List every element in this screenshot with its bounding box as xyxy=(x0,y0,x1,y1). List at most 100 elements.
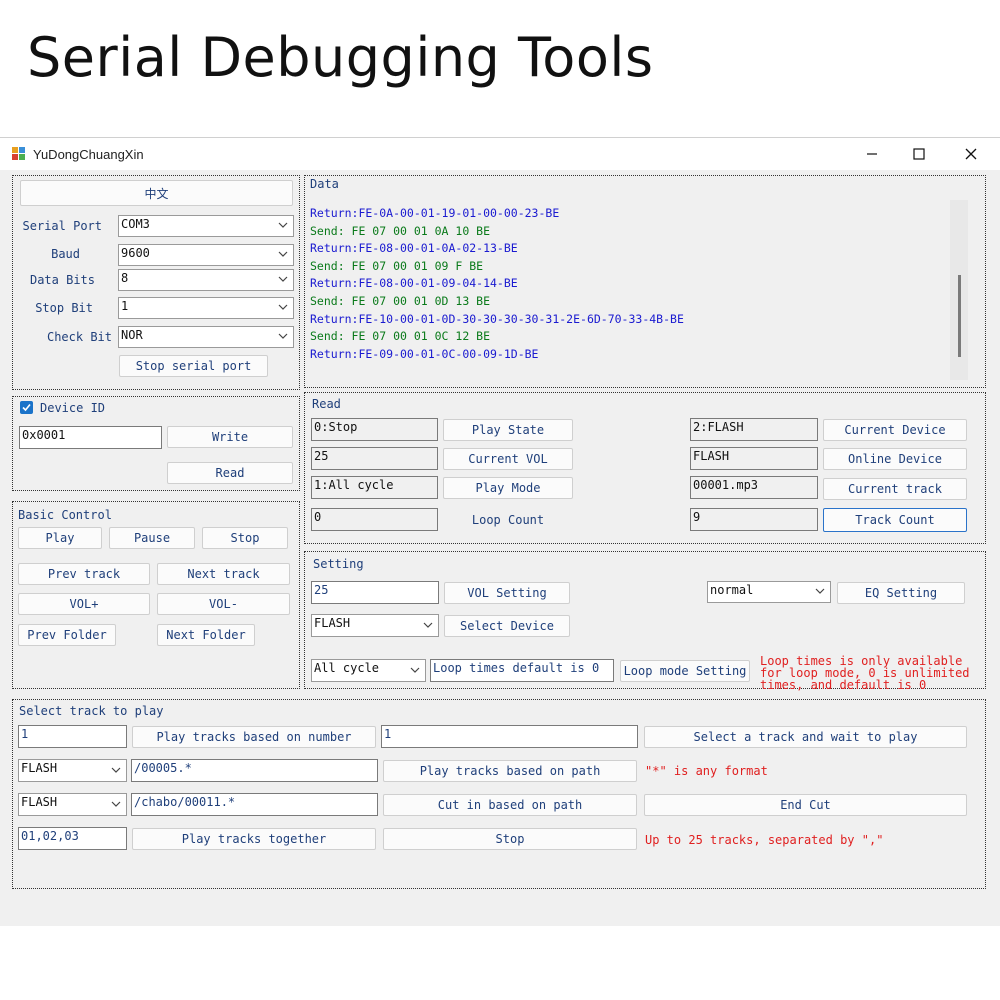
log-line: Send: FE 07 00 01 0A 10 BE xyxy=(310,223,491,238)
play-button[interactable]: Play xyxy=(18,527,102,549)
play-by-number-button[interactable]: Play tracks based on number xyxy=(132,726,376,748)
vol-up-button[interactable]: VOL+ xyxy=(18,593,150,615)
log-line: Return:FE-08-00-01-09-04-14-BE xyxy=(310,276,518,291)
track-number-input[interactable]: 1 xyxy=(18,725,127,748)
data-log-label: Data xyxy=(310,177,339,191)
data-bits-label: Data Bits xyxy=(29,273,95,287)
serial-port-value: COM3 xyxy=(121,217,150,231)
play-by-path-button[interactable]: Play tracks based on path xyxy=(383,760,637,782)
vol-setting-button[interactable]: VOL Setting xyxy=(444,582,570,604)
stop-serial-button[interactable]: Stop serial port xyxy=(119,355,268,377)
data-bits-select[interactable]: 8 xyxy=(118,269,294,291)
loop-count-field[interactable]: 0 xyxy=(311,508,438,531)
path-device-select[interactable]: FLASH xyxy=(18,759,127,782)
baud-select[interactable]: 9600 xyxy=(118,244,294,266)
online-device-button[interactable]: Online Device xyxy=(823,448,967,470)
stop-bit-select[interactable]: 1 xyxy=(118,297,294,319)
next-folder-button[interactable]: Next Folder xyxy=(157,624,255,646)
path-note: "*" is any format xyxy=(645,764,768,778)
next-track-button[interactable]: Next track xyxy=(157,563,290,585)
track-count-button[interactable]: Track Count xyxy=(823,508,967,532)
log-line: Return:FE-0A-00-01-19-01-00-00-23-BE xyxy=(310,206,560,220)
current-device-field[interactable]: 2:FLASH xyxy=(690,418,818,441)
log-line: Return:FE-09-00-01-0C-00-09-1D-BE xyxy=(310,346,539,361)
loop-mode-value: All cycle xyxy=(314,661,380,675)
track-count-field[interactable]: 9 xyxy=(690,508,818,531)
pause-button[interactable]: Pause xyxy=(109,527,195,549)
language-button[interactable]: 中文 xyxy=(20,180,293,206)
chevron-down-icon xyxy=(278,333,288,339)
online-device-field[interactable]: FLASH xyxy=(690,447,818,470)
eq-select[interactable]: normal xyxy=(707,581,831,603)
cut-device-value: FLASH xyxy=(21,795,58,809)
together-note: Up to 25 tracks, separated by "," xyxy=(645,833,884,847)
log-line: Send: FE 07 00 01 0D 13 BE xyxy=(310,293,491,308)
current-vol-button[interactable]: Current VOL xyxy=(443,448,573,470)
together-input[interactable]: 01,02,03 xyxy=(18,827,127,850)
chevron-down-icon xyxy=(815,588,825,594)
maximize-icon xyxy=(913,148,925,160)
log-line: Return:FE-08-00-01-0A-02-13-BE xyxy=(310,241,518,256)
chevron-down-icon xyxy=(278,251,288,257)
current-device-button[interactable]: Current Device xyxy=(823,419,967,441)
cut-device-select[interactable]: FLASH xyxy=(18,793,127,816)
prev-folder-button[interactable]: Prev Folder xyxy=(18,624,116,646)
scrollbar-thumb[interactable] xyxy=(958,275,961,357)
maximize-button[interactable] xyxy=(896,138,942,170)
vol-setting-input[interactable]: 25 xyxy=(311,581,439,604)
play-together-button[interactable]: Play tracks together xyxy=(132,828,376,850)
current-track-button[interactable]: Current track xyxy=(823,478,967,500)
device-id-checkbox[interactable] xyxy=(20,401,33,414)
play-mode-field[interactable]: 1:All cycle xyxy=(311,476,438,499)
end-cut-button[interactable]: End Cut xyxy=(644,794,967,816)
select-device-button[interactable]: Select Device xyxy=(444,615,570,637)
check-bit-label: Check Bit xyxy=(46,330,112,344)
eq-setting-button[interactable]: EQ Setting xyxy=(837,582,965,604)
check-icon xyxy=(22,403,31,412)
minimize-button[interactable] xyxy=(849,138,895,170)
device-value: FLASH xyxy=(314,616,351,630)
main-content: 中文 Serial Port COM3 Baud 9600 Data Bits … xyxy=(0,170,1000,926)
play-state-field[interactable]: 0:Stop xyxy=(311,418,438,441)
chevron-down-icon xyxy=(278,276,288,282)
loop-mode-select[interactable]: All cycle xyxy=(311,659,426,682)
cut-in-button[interactable]: Cut in based on path xyxy=(383,794,637,816)
check-bit-select[interactable]: NOR xyxy=(118,326,294,348)
close-button[interactable] xyxy=(948,138,994,170)
vol-down-button[interactable]: VOL- xyxy=(157,593,290,615)
chevron-down-icon xyxy=(111,767,121,773)
log-line: Return:FE-10-00-01-0D-30-30-30-30-31-2E-… xyxy=(310,311,684,326)
play-state-button[interactable]: Play State xyxy=(443,419,573,441)
data-bits-value: 8 xyxy=(121,271,129,285)
path-input[interactable]: /00005.* xyxy=(131,759,378,782)
device-select[interactable]: FLASH xyxy=(311,614,439,637)
window-title: YuDongChuangXin xyxy=(33,147,144,162)
log-line: Send: FE 07 00 01 09 F BE xyxy=(310,258,484,273)
device-id-input[interactable]: 0x0001 xyxy=(19,426,162,449)
loop-note-line3: times, and default is 0 xyxy=(760,678,927,692)
cut-path-input[interactable]: /chabo/00011.* xyxy=(131,793,378,816)
current-vol-field[interactable]: 25 xyxy=(311,447,438,470)
current-track-field[interactable]: 00001.mp3 xyxy=(690,476,818,499)
serial-port-select[interactable]: COM3 xyxy=(118,215,294,237)
play-mode-button[interactable]: Play Mode xyxy=(443,477,573,499)
select-wait-button[interactable]: Select a track and wait to play xyxy=(644,726,967,748)
check-bit-value: NOR xyxy=(121,328,143,342)
loop-times-input[interactable]: Loop times default is 0 xyxy=(430,659,614,682)
chevron-down-icon xyxy=(410,667,420,673)
stop-button[interactable]: Stop xyxy=(202,527,288,549)
chevron-down-icon xyxy=(278,222,288,228)
write-button[interactable]: Write xyxy=(167,426,293,448)
stop-together-button[interactable]: Stop xyxy=(383,828,637,850)
loop-mode-setting-button[interactable]: Loop mode Setting xyxy=(620,660,750,682)
chevron-down-icon xyxy=(111,801,121,807)
prev-track-button[interactable]: Prev track xyxy=(18,563,150,585)
title-bar: YuDongChuangXin xyxy=(0,138,1000,170)
chevron-down-icon xyxy=(278,304,288,310)
loop-count-label: Loop Count xyxy=(471,513,545,527)
baud-value: 9600 xyxy=(121,246,150,260)
page-title: Serial Debugging Tools xyxy=(27,26,654,89)
wait-track-input[interactable]: 1 xyxy=(381,725,638,748)
read-label: Read xyxy=(312,397,341,411)
read-button[interactable]: Read xyxy=(167,462,293,484)
